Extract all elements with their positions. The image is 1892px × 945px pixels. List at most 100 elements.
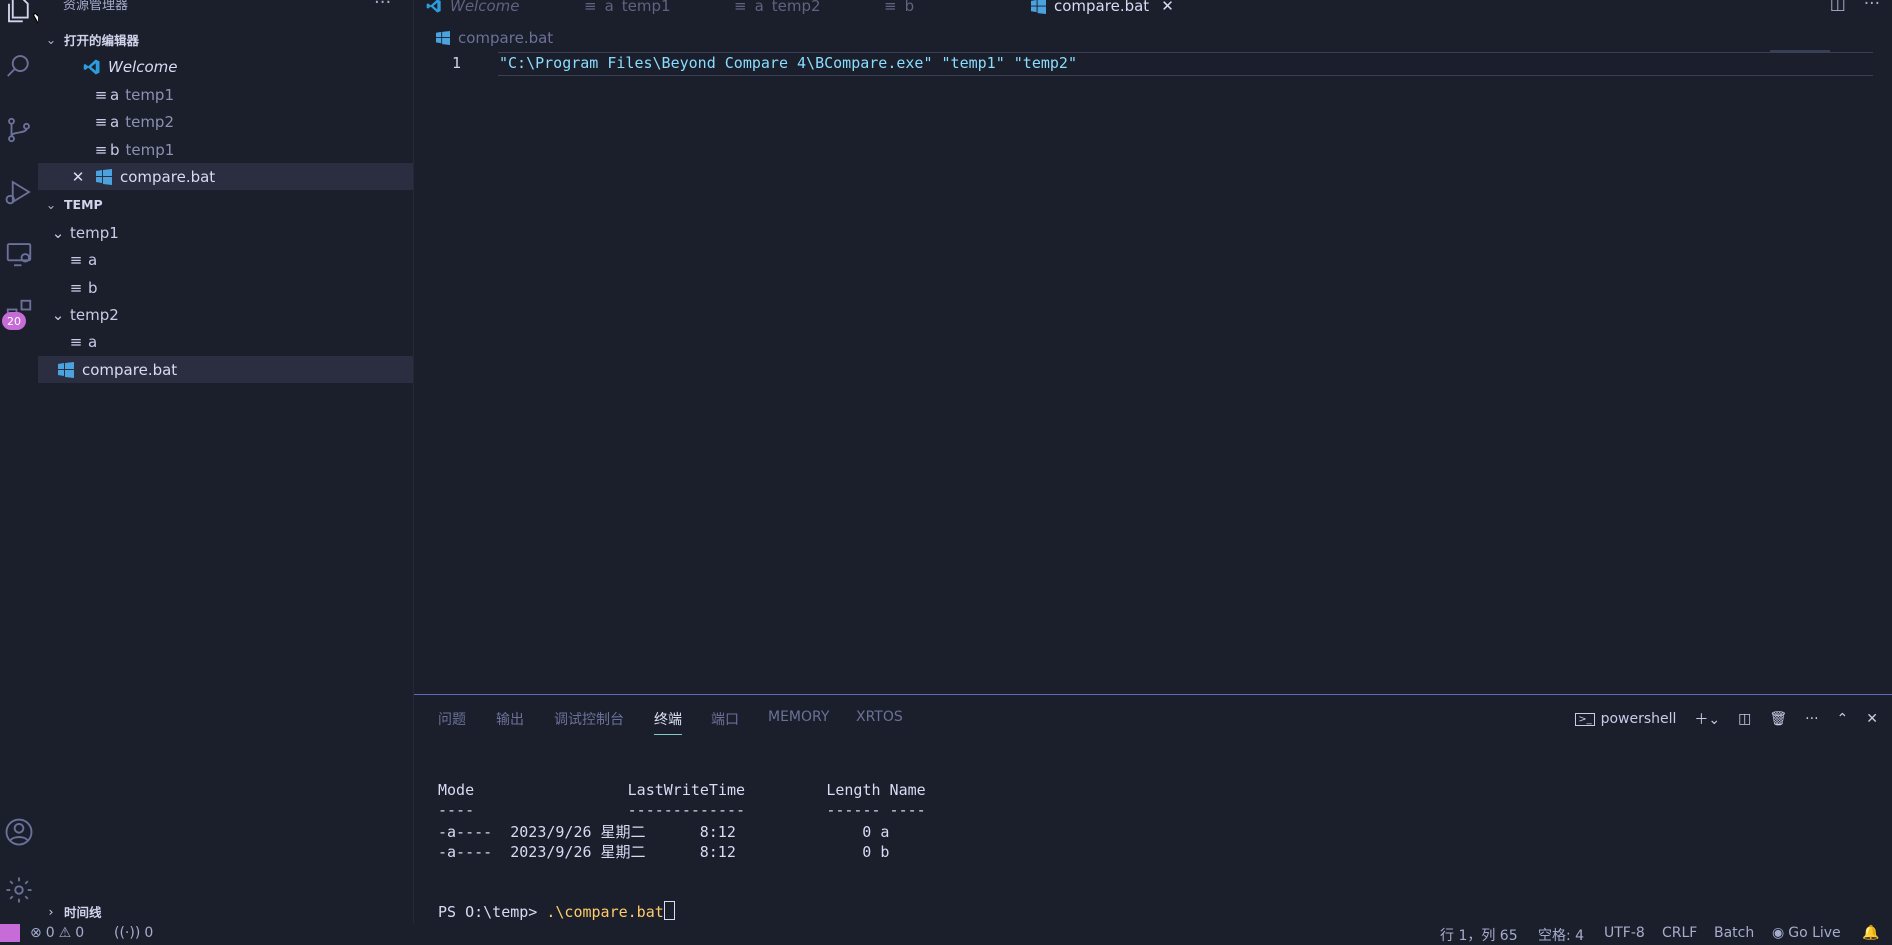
tab-a-temp1[interactable]: ≡ a temp1	[584, 0, 671, 17]
file-lines-icon: ≡	[94, 85, 108, 104]
file-lines-icon: ≡	[584, 0, 597, 15]
tab-problems[interactable]: 问题	[438, 709, 466, 729]
tab-compare-bat[interactable]: compare.bat ✕	[1031, 0, 1174, 17]
file-temp1-b[interactable]: ≡ b	[38, 274, 413, 301]
open-editor-a-temp2[interactable]: ≡ a temp2	[38, 108, 413, 135]
broadcast-icon: ◉	[1772, 925, 1785, 941]
chevron-right-icon: ›	[48, 903, 54, 919]
source-control-icon[interactable]	[0, 110, 38, 150]
tab-debug-console[interactable]: 调试控制台	[554, 709, 624, 729]
file-lines-icon: ≡	[94, 140, 108, 159]
split-editor-icon[interactable]: ◫	[1830, 0, 1846, 14]
tab-a-temp2[interactable]: ≡ a temp2	[734, 0, 821, 17]
timeline-header[interactable]: › 时间线	[38, 899, 413, 923]
file-temp2-a[interactable]: ≡ a	[38, 328, 413, 355]
close-icon[interactable]: ✕	[68, 168, 88, 186]
terminal-line: ---- ------------- ------ ----	[438, 801, 926, 819]
more-actions-icon[interactable]: ···	[1864, 0, 1880, 14]
tab-xrtos[interactable]: XRTOS	[856, 709, 903, 725]
remote-indicator[interactable]	[0, 924, 20, 942]
status-bar: ⊗ 0 ⚠ 0 ((·)) 0 行 1，列 65 空格: 4 UTF-8 CRLF B…	[0, 924, 1892, 945]
notification-bell-icon[interactable]: 🔔	[1862, 925, 1879, 941]
terminal-command: .\compare.bat	[546, 903, 664, 921]
trash-icon[interactable]: 🗑	[1769, 711, 1787, 727]
broadcast-icon: ((·))	[114, 925, 141, 941]
code-editor[interactable]: 1 "C:\Program Files\Beyond Compare 4\BCo…	[414, 50, 1892, 694]
code-line-1[interactable]: "C:\Program Files\Beyond Compare 4\BComp…	[499, 54, 1077, 72]
search-icon[interactable]	[0, 46, 38, 86]
tab-ports[interactable]: 端口	[711, 709, 739, 729]
more-actions-button[interactable]: ···	[374, 0, 391, 13]
terminal-prompt-line[interactable]: PS O:\temp> .\compare.bat	[438, 901, 675, 921]
terminal-cursor	[663, 901, 675, 920]
windows-icon	[56, 361, 76, 378]
vscode-icon	[426, 0, 442, 14]
file-temp1-a[interactable]: ≡ a	[38, 246, 413, 273]
go-live-button[interactable]: ◉ Go Live	[1772, 925, 1841, 941]
vscode-icon	[82, 58, 102, 76]
encoding[interactable]: UTF-8	[1604, 925, 1645, 941]
open-editor-welcome[interactable]: Welcome	[38, 53, 413, 80]
ports-status[interactable]: ((·)) 0	[114, 925, 153, 941]
close-panel-icon[interactable]: ✕	[1866, 711, 1878, 727]
tab-terminal[interactable]: 终端	[654, 709, 682, 735]
split-terminal-icon[interactable]: ◫	[1738, 711, 1751, 727]
tab-output[interactable]: 输出	[496, 709, 524, 729]
file-lines-icon: ≡	[884, 0, 897, 15]
file-lines-icon: ≡	[734, 0, 747, 15]
terminal-icon: >_	[1575, 712, 1595, 726]
windows-icon	[436, 31, 450, 45]
tab-welcome[interactable]: Welcome	[426, 0, 520, 17]
sidebar-title: 资源管理器	[63, 0, 129, 13]
activity-bar: 20	[0, 0, 38, 924]
cursor-position[interactable]: 行 1，列 65	[1440, 925, 1518, 945]
editor-tabs: Welcome ≡ a temp1 ≡ a temp2 ≡ b compare.…	[414, 0, 1892, 18]
terminal-shell-selector[interactable]: >_ powershell	[1575, 711, 1676, 727]
file-lines-icon: ≡	[94, 112, 108, 131]
run-debug-icon[interactable]	[0, 172, 38, 212]
terminal-line: Mode LastWriteTime Length Name	[438, 781, 926, 799]
maximize-panel-icon[interactable]: ⌃	[1837, 711, 1849, 727]
chevron-down-icon: ⌄	[51, 305, 65, 324]
folder-temp2[interactable]: ⌄ temp2	[38, 301, 413, 328]
folder-temp1[interactable]: ⌄ temp1	[38, 219, 413, 246]
panel-actions: >_ powershell ＋⌄ ◫ 🗑 ··· ⌃ ✕	[1575, 709, 1878, 729]
terminal-line: -a---- 2023/9/26 星期二 8:12 0 a	[438, 823, 890, 841]
close-icon[interactable]: ✕	[1161, 0, 1174, 15]
problems-status[interactable]: ⊗ 0 ⚠ 0	[30, 925, 84, 941]
minimap[interactable]	[1770, 50, 1830, 53]
tab-memory[interactable]: MEMORY	[768, 709, 829, 725]
more-actions-icon[interactable]: ···	[1805, 711, 1818, 727]
indentation[interactable]: 空格: 4	[1538, 925, 1584, 945]
end-of-line[interactable]: CRLF	[1662, 925, 1697, 941]
warning-icon: ⚠	[58, 925, 72, 941]
workspace-header[interactable]: ⌄ TEMP	[38, 191, 413, 217]
remote-explorer-icon[interactable]	[0, 234, 38, 274]
bottom-panel: 问题 输出 调试控制台 终端 端口 MEMORY XRTOS >_ powers…	[414, 694, 1892, 925]
windows-icon	[1031, 0, 1046, 14]
error-icon: ⊗	[30, 925, 42, 941]
file-compare-bat[interactable]: compare.bat	[38, 356, 413, 383]
chevron-down-icon: ⌄	[45, 196, 57, 212]
language-mode[interactable]: Batch	[1714, 925, 1754, 941]
open-editor-b-temp1[interactable]: ≡ b temp1	[38, 136, 413, 163]
line-number: 1	[452, 54, 462, 72]
extensions-badge: 20	[2, 312, 26, 330]
file-lines-icon: ≡	[69, 332, 83, 351]
open-editor-compare-bat[interactable]: ✕ compare.bat	[38, 163, 413, 190]
editor-actions: ◫ ···	[1830, 0, 1880, 14]
account-icon[interactable]	[0, 812, 38, 852]
explorer-sidebar: 资源管理器 ··· ⌄ 打开的编辑器 Welcome ≡ a temp1 ≡ a…	[38, 0, 414, 924]
chevron-down-icon: ⌄	[45, 31, 57, 47]
new-terminal-icon[interactable]: ＋⌄	[1694, 709, 1720, 729]
windows-icon	[94, 168, 114, 185]
file-lines-icon: ≡	[69, 278, 83, 297]
open-editor-a-temp1[interactable]: ≡ a temp1	[38, 81, 413, 108]
breadcrumb[interactable]: compare.bat	[436, 29, 553, 47]
tab-b[interactable]: ≡ b	[884, 0, 914, 17]
chevron-down-icon: ⌄	[51, 223, 65, 242]
settings-gear-icon[interactable]	[0, 870, 38, 910]
terminal-line: -a---- 2023/9/26 星期二 8:12 0 b	[438, 843, 890, 861]
open-editors-header[interactable]: ⌄ 打开的编辑器	[38, 26, 413, 52]
terminal-prompt: PS O:\temp>	[438, 903, 547, 921]
